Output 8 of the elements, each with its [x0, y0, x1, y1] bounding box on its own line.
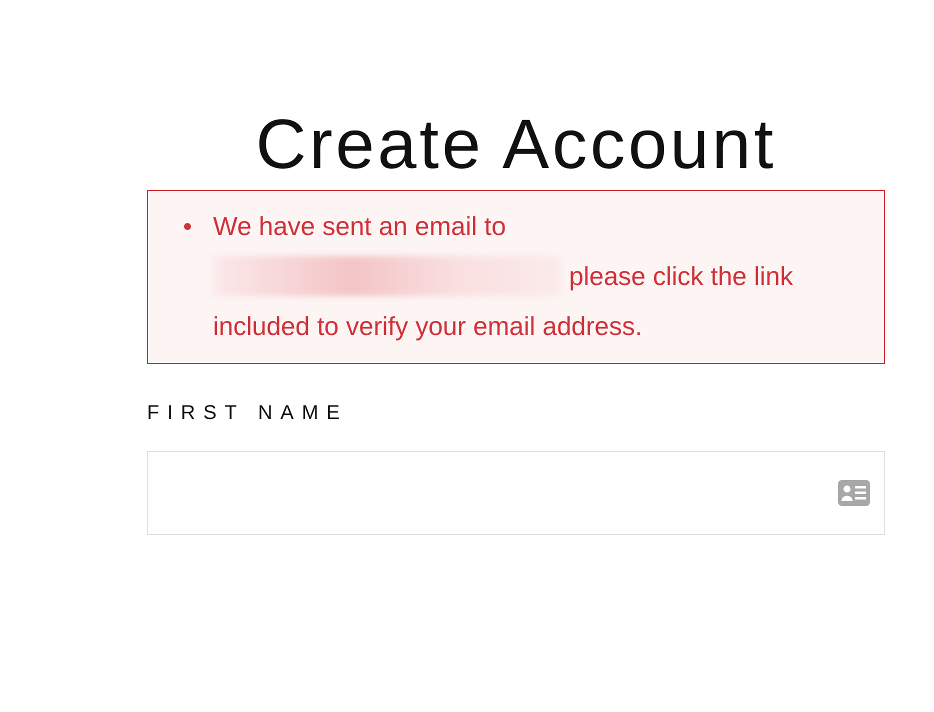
input-field[interactable] [147, 451, 885, 535]
alert-text: We have sent an email to [213, 210, 506, 243]
page-title: Create Account [254, 104, 778, 185]
field-label: FIRST NAME [147, 402, 349, 425]
bullet-icon [184, 223, 191, 230]
alert-text: included to verify your email address. [213, 310, 642, 343]
alert-text: please click the link [569, 260, 793, 293]
contact-card-icon [838, 480, 870, 506]
